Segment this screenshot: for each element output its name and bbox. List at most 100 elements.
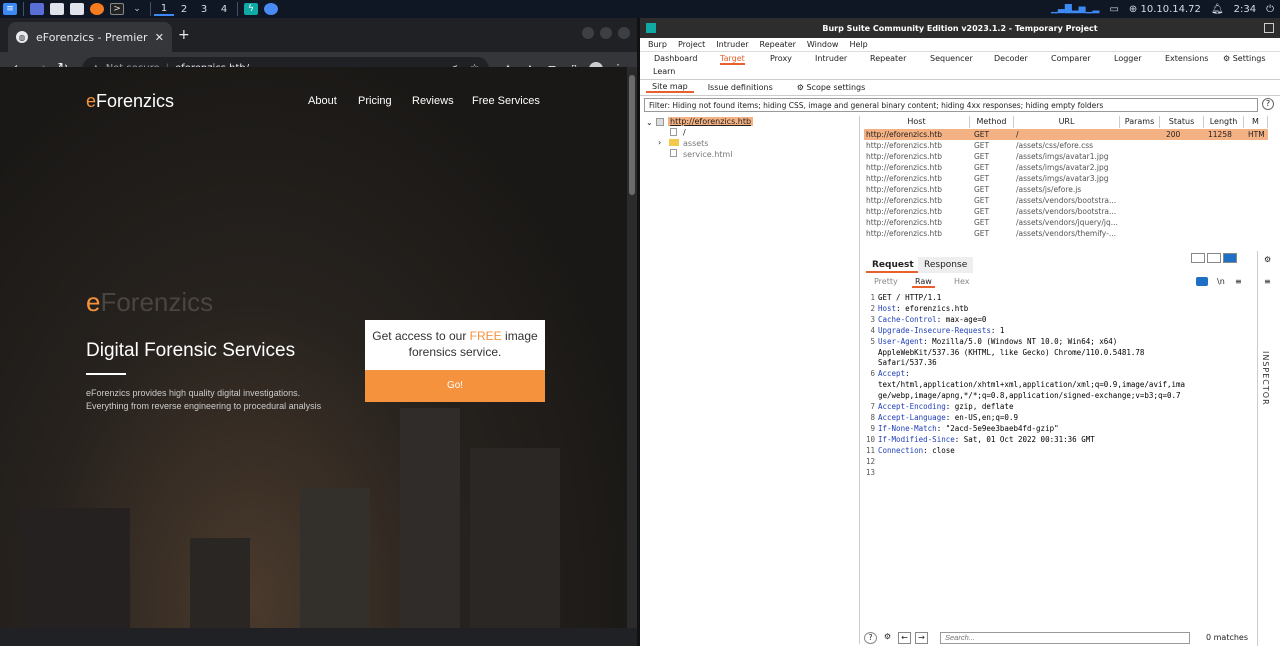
nav-free-services[interactable]: Free Services [472,95,540,107]
help-icon[interactable]: ? [1262,98,1274,110]
scrollbar-thumb[interactable] [629,75,635,195]
firefox-icon[interactable] [90,3,104,15]
column-header-mime[interactable]: M [1244,116,1268,128]
tab-sequencer[interactable]: Sequencer [930,54,973,63]
menu-window[interactable]: Window [807,40,839,49]
gear-icon[interactable]: ⚙ [881,632,894,644]
gear-icon[interactable]: ⚙ [1264,255,1271,264]
column-header-length[interactable]: Length [1204,116,1244,128]
kali-menu-icon[interactable]: ≡ [3,3,17,15]
menu-help[interactable]: Help [849,40,867,49]
expand-chevron-right-icon[interactable]: › [658,138,661,147]
tree-node-service-html[interactable]: service.html [683,150,732,159]
header-value: : 1 [990,325,1005,335]
workspace-3[interactable]: 3 [194,4,214,15]
burp-window-icon[interactable]: ϟ [244,3,258,15]
desktop-icon[interactable] [30,3,44,15]
column-header-params[interactable]: Params [1120,116,1160,128]
chrome-window-icon[interactable] [264,3,278,15]
file-manager-icon[interactable] [50,3,64,15]
view-raw[interactable]: Raw [912,277,935,288]
cell-url: /assets/css/efore.css [1016,141,1094,150]
text-editor-icon[interactable] [70,3,84,15]
workspace-1[interactable]: 1 [154,3,174,16]
power-icon[interactable]: ⏻ [1266,4,1274,15]
table-row[interactable]: http://eforenzics.htb GET/assets/imgs/ava… [864,162,1268,173]
monitor-icon[interactable]: ▭ [1109,4,1118,15]
notification-bell-icon[interactable]: 🔔︎ [1211,4,1224,15]
tab-request[interactable]: Request [866,257,920,273]
tab-repeater[interactable]: Repeater [870,54,906,63]
tree-node-root[interactable]: / [683,128,686,137]
tree-node-host[interactable]: http://eforenzics.htb [668,117,754,126]
close-window-button[interactable] [618,27,630,39]
layout-split-icon[interactable] [1191,253,1205,263]
raw-request-editor[interactable]: 1 GET / HTTP/1.1 2 Host: eforenzics.htb 3 Cac… [864,293,1248,478]
nav-about[interactable]: About [308,95,337,107]
table-row[interactable]: http://eforenzics.htb GET / 200 11258 HTM [864,129,1268,140]
inspector-label[interactable]: INSPECTOR [1261,351,1270,406]
tab-comparer[interactable]: Comparer [1051,54,1091,63]
table-row[interactable]: http://eforenzics.htb GET/assets/vendors/… [864,217,1268,228]
previous-icon[interactable]: ← [898,631,911,644]
column-header-status[interactable]: Status [1160,116,1204,128]
workspace-4[interactable]: 4 [214,4,234,15]
layout-horizontal-icon[interactable] [1207,253,1221,263]
subtab-issue-definitions[interactable]: Issue definitions [708,83,773,92]
wrap-toggle-icon[interactable] [1196,277,1208,286]
table-row[interactable]: http://eforenzics.htb GET/assets/vendors/… [864,228,1268,239]
list-icon[interactable]: ≡ [1264,277,1271,286]
table-row[interactable]: http://eforenzics.htb GET/assets/vendors/… [864,206,1268,217]
tab-learn[interactable]: Learn [653,67,675,76]
view-hex[interactable]: Hex [954,277,970,286]
maximize-button[interactable] [600,27,612,39]
site-logo[interactable]: eForenzics [86,91,174,112]
subtab-site-map[interactable]: Site map [646,82,694,93]
layout-vertical-icon[interactable] [1223,253,1237,263]
workspace-2[interactable]: 2 [174,4,194,15]
menu-burp[interactable]: Burp [648,40,667,49]
new-tab-icon[interactable]: + [178,27,190,43]
column-header-host[interactable]: Host [864,116,970,128]
table-row[interactable]: http://eforenzics.htb GET/assets/vendors/… [864,195,1268,206]
menu-icon[interactable]: ≡ [1235,277,1242,286]
table-row[interactable]: http://eforenzics.htb GET/assets/imgs/ava… [864,151,1268,162]
newline-toggle[interactable]: \n [1217,277,1225,286]
view-pretty[interactable]: Pretty [874,277,898,286]
terminal-icon[interactable]: > [110,3,124,15]
menu-repeater[interactable]: Repeater [760,40,796,49]
tab-extensions[interactable]: Extensions [1165,54,1208,63]
column-header-method[interactable]: Method [970,116,1014,128]
tab-target[interactable]: Target [720,54,745,65]
nav-pricing[interactable]: Pricing [358,95,392,107]
tab-decoder[interactable]: Decoder [994,54,1028,63]
search-input[interactable] [940,631,1190,644]
table-row[interactable]: http://eforenzics.htb GET/assets/imgs/ava… [864,173,1268,184]
next-icon[interactable]: → [915,631,928,644]
subtab-scope-settings[interactable]: ⚙ Scope settings [797,83,866,92]
chevron-down-icon[interactable]: ⌄ [130,3,144,15]
free-service-card: Get access to our FREE image forensics s… [365,320,545,402]
column-header-url[interactable]: URL [1014,116,1120,128]
close-tab-icon[interactable]: ✕ [155,31,164,44]
page-scrollbar[interactable] [627,67,637,628]
tab-dashboard[interactable]: Dashboard [654,54,697,63]
nav-reviews[interactable]: Reviews [412,95,454,107]
help-icon[interactable]: ? [864,631,877,644]
close-window-button[interactable] [1264,23,1274,33]
tab-intruder[interactable]: Intruder [815,54,847,63]
tab-response[interactable]: Response [918,257,974,273]
tab-settings[interactable]: ⚙ Settings [1223,54,1266,63]
table-row[interactable]: http://eforenzics.htb GET/assets/css/efor… [864,140,1268,151]
menu-intruder[interactable]: Intruder [716,40,748,49]
minimize-button[interactable] [582,27,594,39]
tree-node-assets[interactable]: assets [683,139,708,148]
tab-proxy[interactable]: Proxy [770,54,792,63]
browser-tab[interactable]: ◍ eForenzics - Premier Digi ✕ [8,22,172,52]
expand-chevron-icon[interactable]: ⌄ [646,118,653,127]
table-row[interactable]: http://eforenzics.htb GET/assets/js/efore… [864,184,1268,195]
filter-bar[interactable]: Filter: Hiding not found items; hiding C… [644,98,1258,112]
menu-project[interactable]: Project [678,40,705,49]
tab-logger[interactable]: Logger [1114,54,1142,63]
go-button[interactable]: Go! [365,370,545,402]
